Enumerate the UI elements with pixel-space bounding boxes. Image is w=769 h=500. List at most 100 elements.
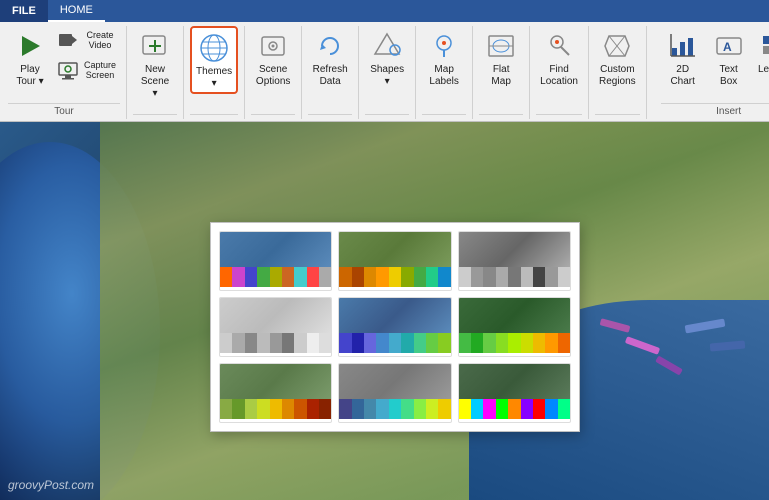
legend-label: Legend: [758, 64, 769, 76]
play-tour-button[interactable]: PlayTour ▾: [8, 26, 52, 90]
svg-text:A: A: [723, 40, 732, 54]
theme-item-4[interactable]: [219, 297, 332, 357]
2d-chart-button[interactable]: 2DChart: [661, 26, 705, 90]
scene-options-label: SceneOptions: [256, 64, 290, 88]
scene-options-icon: [257, 30, 289, 62]
play-tour-label: PlayTour ▾: [16, 64, 43, 88]
themes-items: Themes ▾: [190, 26, 238, 114]
theme-earth-2: [339, 232, 450, 267]
file-tab[interactable]: FILE: [0, 0, 48, 22]
shapes-label: Shapes ▾: [369, 64, 405, 88]
theme-palette-9: [459, 399, 570, 419]
title-bar: FILE HOME: [0, 0, 769, 22]
theme-palette-6: [459, 333, 570, 353]
ribbon-group-find-location: FindLocation: [530, 26, 589, 119]
custom-regions-label: CustomRegions: [599, 64, 636, 88]
theme-item-1[interactable]: [219, 231, 332, 291]
insert-group-label: Insert: [661, 103, 769, 119]
theme-earth-5: [339, 298, 450, 333]
ribbon-group-insert: 2DChart A TextBox: [655, 26, 769, 119]
create-video-label: Create Video: [83, 30, 117, 50]
capture-screen-button[interactable]: Capture Screen: [54, 56, 120, 84]
scene-options-items: SceneOptions: [251, 26, 295, 114]
refresh-label: RefreshData: [313, 64, 348, 88]
theme-earth-1: [220, 232, 331, 267]
shapes-items: Shapes ▾: [365, 26, 409, 114]
tour-group-items: PlayTour ▾ Create Video: [8, 26, 120, 103]
legend-icon: [759, 30, 769, 62]
ribbon-group-scene-options: SceneOptions: [245, 26, 302, 119]
legend-button[interactable]: Legend: [753, 26, 769, 78]
theme-earth-3: [459, 232, 570, 267]
find-location-button[interactable]: FindLocation: [536, 26, 582, 90]
theme-item-9[interactable]: [458, 363, 571, 423]
flat-map-group-label: [479, 114, 523, 119]
map-labels-items: MapLabels: [422, 26, 466, 114]
ribbon-group-custom-regions: CustomRegions: [589, 26, 647, 119]
ribbon-group-refresh: RefreshData: [302, 26, 359, 119]
home-tab[interactable]: HOME: [48, 0, 105, 22]
ribbon: PlayTour ▾ Create Video: [0, 22, 769, 122]
custom-regions-button[interactable]: CustomRegions: [595, 26, 640, 90]
capture-screen-icon: [57, 58, 79, 82]
find-location-icon: [543, 30, 575, 62]
ribbon-group-new-scene: NewScene ▾: [127, 26, 184, 119]
theme-item-2[interactable]: [338, 231, 451, 291]
custom-regions-items: CustomRegions: [595, 26, 640, 114]
theme-earth-4: [220, 298, 331, 333]
refresh-icon: [314, 30, 346, 62]
ribbon-content: PlayTour ▾ Create Video: [0, 22, 769, 121]
custom-regions-group-label: [595, 114, 640, 119]
refresh-data-button[interactable]: RefreshData: [308, 26, 352, 90]
themes-grid: [219, 231, 571, 423]
shapes-icon: [371, 30, 403, 62]
theme-earth-9: [459, 364, 570, 399]
ribbon-group-tour: PlayTour ▾ Create Video: [2, 26, 127, 119]
map-labels-group-label: [422, 114, 466, 119]
themes-group-label: [190, 114, 238, 119]
themes-label: Themes ▾: [196, 66, 232, 90]
create-video-button[interactable]: Create Video: [54, 26, 120, 54]
new-scene-group-label: [133, 114, 177, 119]
flat-map-button[interactable]: FlatMap: [479, 26, 523, 90]
scene-options-button[interactable]: SceneOptions: [251, 26, 295, 90]
theme-item-6[interactable]: [458, 297, 571, 357]
find-location-label: FindLocation: [540, 64, 578, 88]
theme-palette-1: [220, 267, 331, 287]
map-area: groovyPost.com: [0, 122, 769, 500]
text-box-label: TextBox: [720, 64, 738, 88]
map-labels-label: MapLabels: [429, 64, 458, 88]
themes-icon: [198, 32, 230, 64]
map-labels-icon: [428, 30, 460, 62]
insert-items: 2DChart A TextBox: [661, 26, 769, 103]
ribbon-group-flat-map: FlatMap: [473, 26, 530, 119]
map-labels-button[interactable]: MapLabels: [422, 26, 466, 90]
ribbon-group-map-labels: MapLabels: [416, 26, 473, 119]
theme-palette-2: [339, 267, 450, 287]
themes-button[interactable]: Themes ▾: [190, 26, 238, 94]
theme-item-7[interactable]: [219, 363, 332, 423]
ribbon-group-themes: Themes ▾: [184, 26, 245, 119]
2d-chart-icon: [667, 30, 699, 62]
text-box-button[interactable]: A TextBox: [707, 26, 751, 90]
shapes-button[interactable]: Shapes ▾: [365, 26, 409, 90]
scene-options-group-label: [251, 114, 295, 119]
capture-screen-label: Capture Screen: [83, 60, 117, 80]
flat-map-icon: [485, 30, 517, 62]
theme-earth-6: [459, 298, 570, 333]
create-video-icon: [57, 28, 79, 52]
ribbon-group-shapes: Shapes ▾: [359, 26, 416, 119]
flat-map-items: FlatMap: [479, 26, 523, 114]
find-location-items: FindLocation: [536, 26, 582, 114]
new-scene-items: NewScene ▾: [133, 26, 177, 114]
watermark: groovyPost.com: [8, 478, 94, 492]
theme-item-5[interactable]: [338, 297, 451, 357]
new-scene-label: NewScene ▾: [137, 64, 173, 100]
theme-earth-7: [220, 364, 331, 399]
new-scene-button[interactable]: NewScene ▾: [133, 26, 177, 102]
tour-group-label: Tour: [8, 103, 120, 119]
theme-item-3[interactable]: [458, 231, 571, 291]
refresh-items: RefreshData: [308, 26, 352, 114]
theme-item-8[interactable]: [338, 363, 451, 423]
play-tour-icon: [14, 30, 46, 62]
